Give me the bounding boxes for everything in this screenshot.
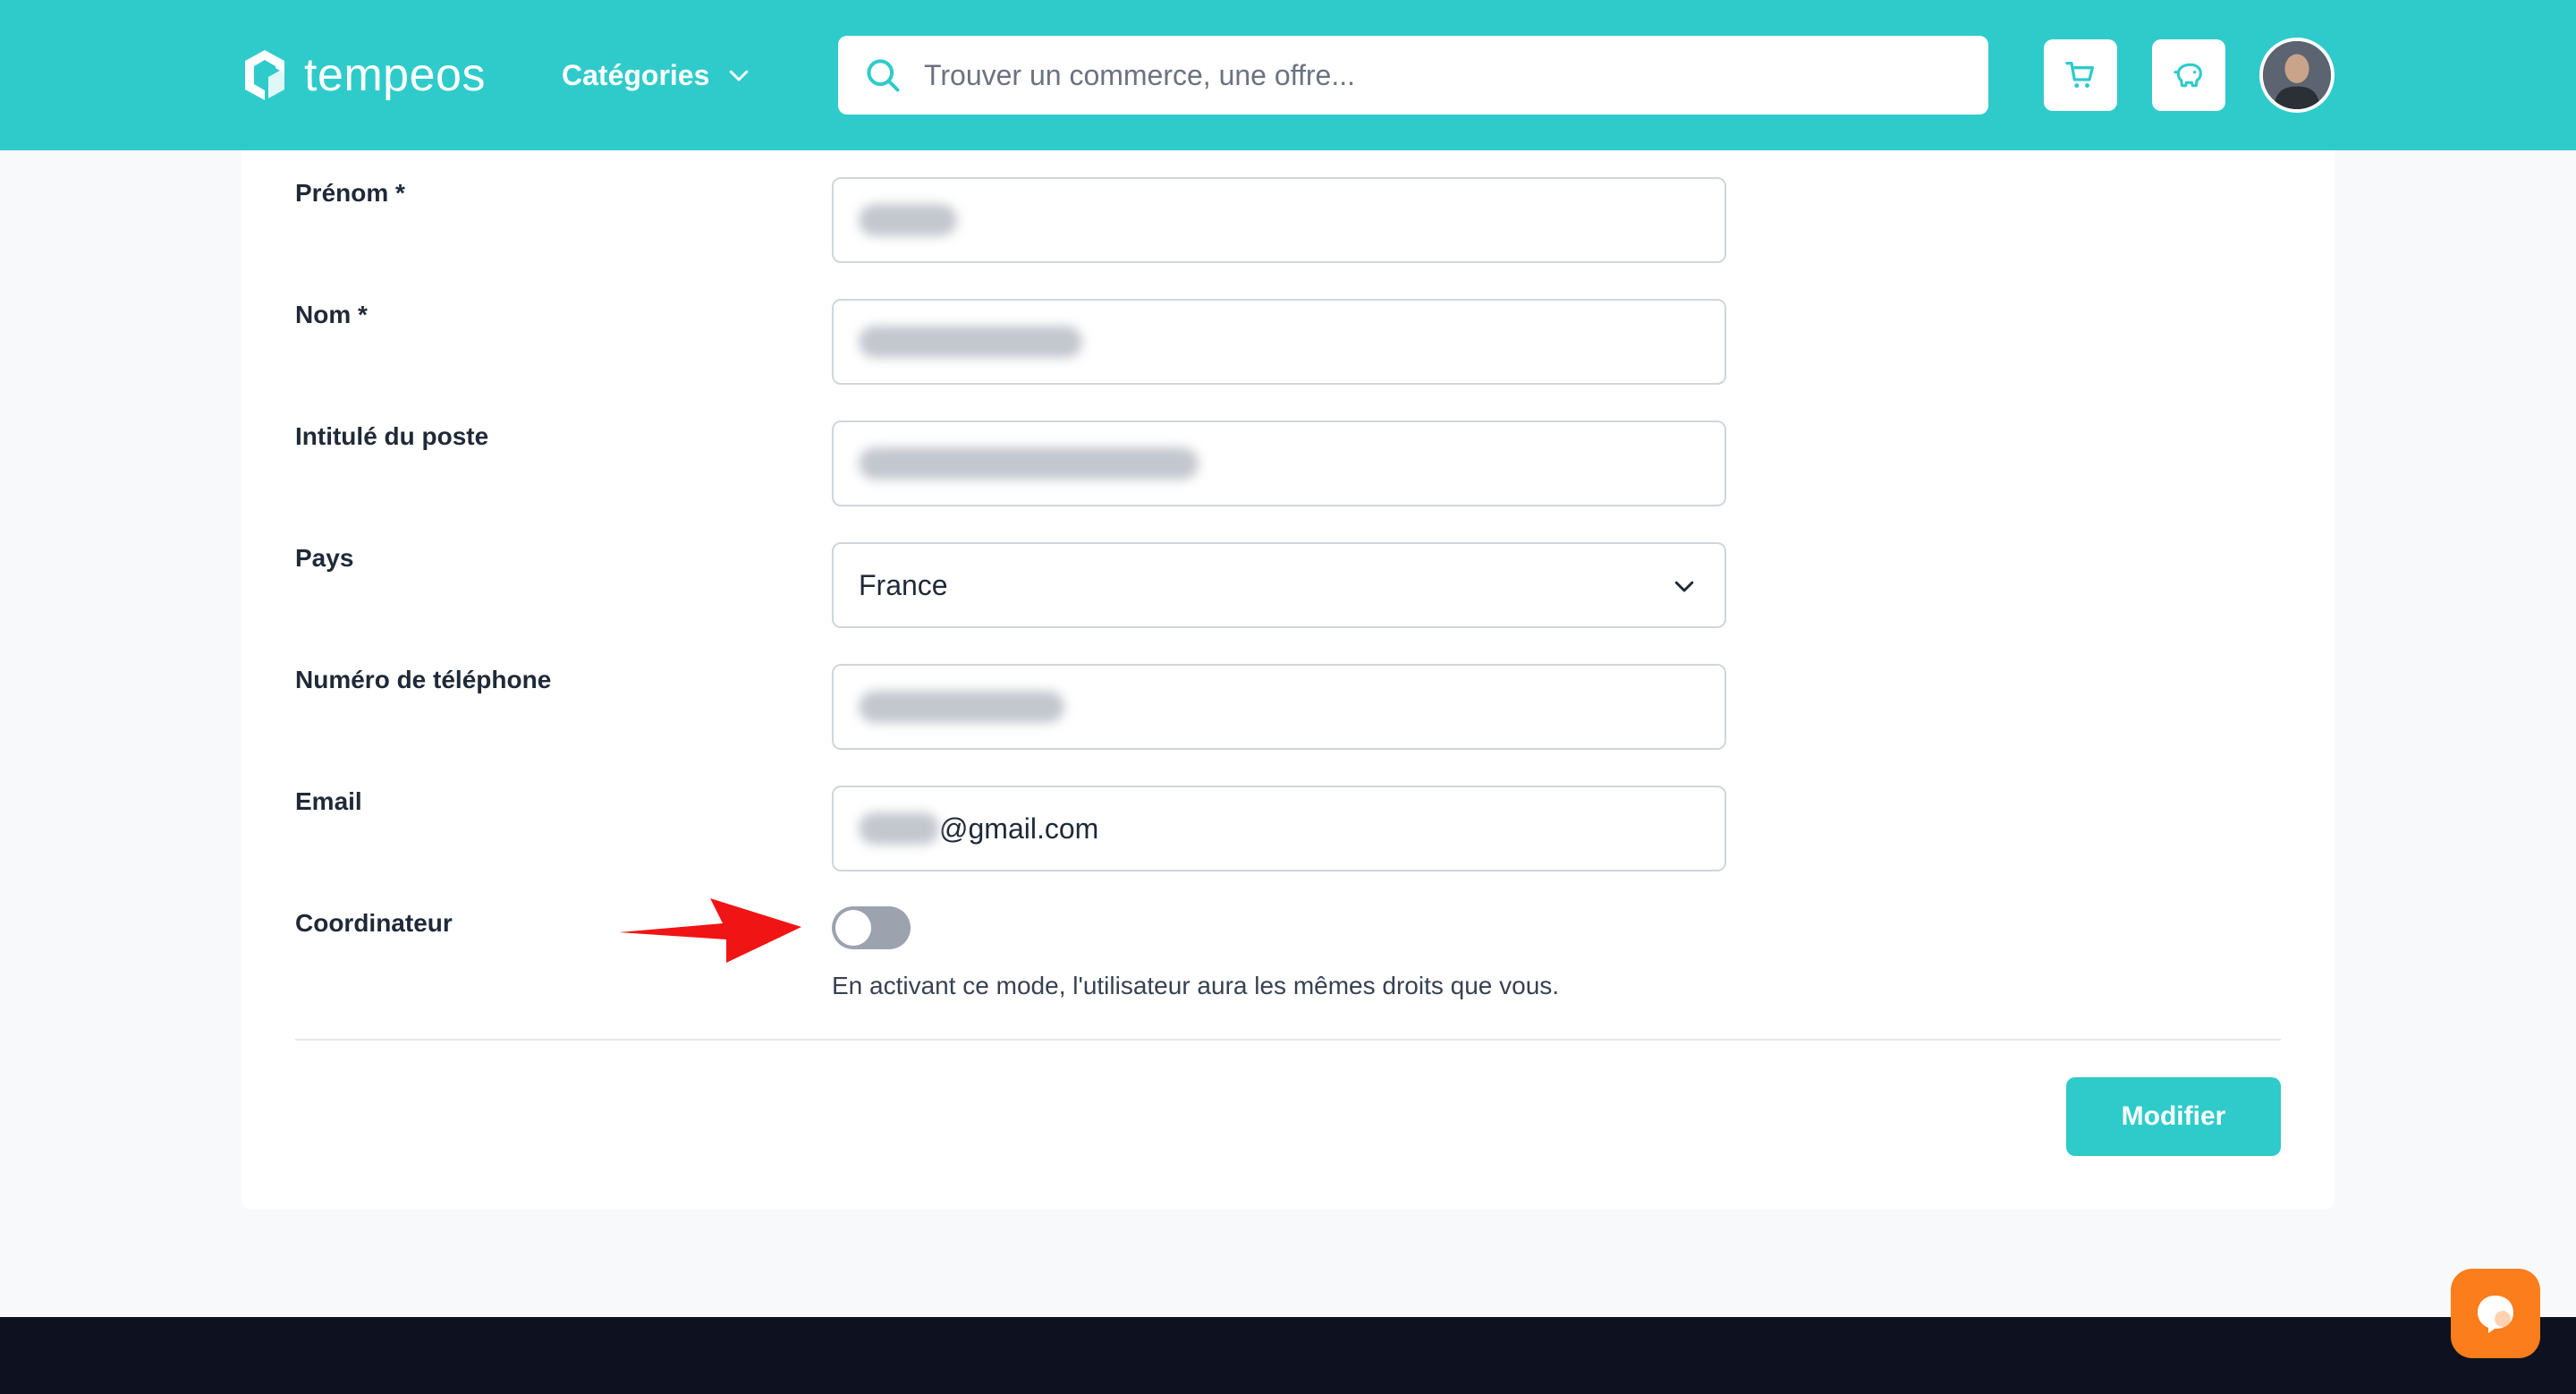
toggle-knob: [835, 910, 871, 946]
search-input[interactable]: [924, 58, 1953, 92]
redacted-value: [859, 691, 1064, 723]
search-icon: [867, 59, 900, 92]
first-name-label: Prénom *: [295, 179, 405, 207]
logo[interactable]: tempeos: [240, 45, 486, 106]
chevron-down-icon: [1674, 581, 1694, 592]
chevron-down-icon: [730, 70, 749, 81]
phone-field[interactable]: [832, 664, 1726, 750]
coordinator-helper-text: En activant ce mode, l'utilisateur aura …: [832, 972, 1560, 999]
redacted-value: [859, 812, 939, 845]
cart-button[interactable]: [2044, 39, 2117, 111]
email-field[interactable]: @gmail.com: [832, 786, 1726, 871]
job-title-field[interactable]: [832, 421, 1726, 506]
job-title-label: Intitulé du poste: [295, 422, 489, 450]
redacted-value: [859, 447, 1199, 480]
piggy-bank-icon: [2174, 63, 2202, 88]
top-header: tempeos Catégories: [0, 0, 2576, 150]
country-label: Pays: [295, 544, 354, 572]
first-name-field[interactable]: [832, 177, 1726, 263]
divider: [295, 1039, 2281, 1041]
chat-bubble-icon: [2478, 1296, 2513, 1333]
last-name-field[interactable]: [832, 299, 1726, 385]
country-select[interactable]: France: [832, 542, 1726, 628]
user-avatar[interactable]: [2259, 38, 2334, 113]
redacted-value: [859, 204, 957, 236]
cart-icon: [2065, 62, 2094, 89]
modify-button[interactable]: Modifier: [2066, 1077, 2281, 1156]
piggy-bank-button[interactable]: [2152, 39, 2225, 111]
categories-menu[interactable]: Catégories: [562, 50, 752, 100]
email-domain: @gmail.com: [939, 812, 1099, 845]
email-label: Email: [295, 787, 362, 815]
avatar-image: [2263, 41, 2331, 109]
logo-hexagon-icon: [245, 50, 284, 100]
phone-label: Numéro de téléphone: [295, 666, 552, 693]
profile-form-card: Prénom * Nom * Intitulé du poste Pays Fr…: [242, 150, 2334, 1210]
categories-label: Catégories: [562, 58, 710, 91]
search-bar[interactable]: [838, 36, 1988, 115]
logo-text: tempeos: [304, 49, 486, 101]
coordinator-label: Coordinateur: [295, 909, 453, 937]
coordinator-toggle[interactable]: [832, 906, 911, 949]
footer: [0, 1317, 2576, 1394]
last-name-label: Nom *: [295, 301, 368, 328]
annotation-arrow-icon: [619, 898, 801, 963]
chat-button[interactable]: [2451, 1269, 2540, 1358]
country-value: France: [859, 568, 948, 601]
redacted-value: [859, 326, 1082, 358]
